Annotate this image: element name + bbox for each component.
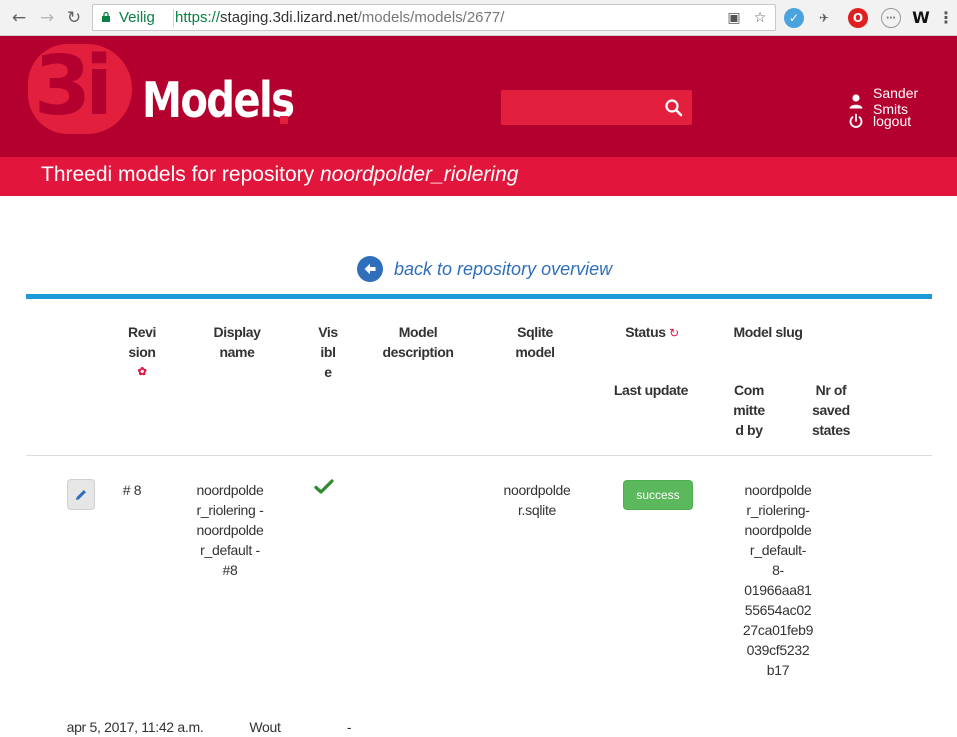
logo-text[interactable]: Models xyxy=(142,69,295,133)
row-nr-saved-states: - xyxy=(346,719,352,735)
back-arrow-icon[interactable]: ← xyxy=(8,7,30,29)
url-protocol: https:// xyxy=(175,9,221,26)
row-committed-by: Wout xyxy=(249,719,281,735)
repository-name: noordpolder_riolering xyxy=(319,163,519,186)
forward-arrow-icon[interactable]: → xyxy=(36,7,58,29)
logout-label: logout xyxy=(873,113,912,129)
page-title-bar: Threedi models for repository noordpolde… xyxy=(0,157,957,196)
status-badge: success xyxy=(623,480,693,510)
row-display-name: noordpolde r_riolering - noordpolde r_defau… xyxy=(196,482,264,578)
url-host: staging.3di.lizard.net xyxy=(220,9,358,26)
row-revision[interactable]: # 8 xyxy=(112,480,152,500)
column-header-display-name[interactable]: Display name xyxy=(205,322,269,362)
page-title-prefix: Threedi models for repository xyxy=(41,163,315,186)
user-profile-link[interactable]: Sander Smits xyxy=(848,85,957,117)
bookmark-star-icon[interactable]: ☆ xyxy=(751,9,769,27)
row-sqlite-model[interactable]: noordpolde r.sqlite xyxy=(500,480,574,520)
edit-button[interactable] xyxy=(67,479,95,510)
column-header-committed-by[interactable]: Com mitte d by xyxy=(730,380,768,440)
search-icon[interactable] xyxy=(664,98,684,118)
extension-v-icon[interactable]: ✓ xyxy=(784,8,804,28)
menu-icon[interactable]: ⋮ xyxy=(936,8,956,28)
power-icon xyxy=(849,113,863,128)
address-bar[interactable]: Veilig https://staging.3di.lizard.net/mo… xyxy=(92,4,776,31)
column-header-model-description[interactable]: Model description xyxy=(378,322,458,362)
logo-dot xyxy=(280,116,288,124)
extension-pin-icon[interactable]: ✈ xyxy=(814,8,834,28)
extension-dots-icon[interactable]: ⋯ xyxy=(881,8,901,28)
browser-toolbar: ← → ↻ Veilig https://staging.3di.lizard.… xyxy=(0,0,957,36)
user-icon xyxy=(849,94,863,109)
row-last-update: apr 5, 2017, 11:42 a.m. xyxy=(66,719,204,735)
lock-icon xyxy=(102,12,110,22)
search-input[interactable] xyxy=(501,90,692,125)
column-header-sqlite-model[interactable]: Sqlite model xyxy=(508,322,562,362)
column-header-nr-saved-states[interactable]: Nr of saved states xyxy=(806,380,856,440)
extension-w-icon[interactable]: W xyxy=(911,8,931,28)
arrow-left-circle-icon xyxy=(357,256,383,282)
column-header-last-update[interactable]: Last update xyxy=(608,380,694,400)
reload-icon[interactable]: ↻ xyxy=(63,7,85,29)
column-header-visible[interactable]: Vis ibl e xyxy=(317,322,339,382)
site-header: 3i Models Sander Smits logout xyxy=(0,36,957,157)
pencil-icon xyxy=(76,489,86,500)
address-divider xyxy=(173,9,174,27)
gear-icon[interactable]: ✿ xyxy=(124,362,160,382)
table-header-divider xyxy=(26,455,932,456)
user-menu: Sander Smits logout xyxy=(848,85,957,131)
url-text[interactable]: https://staging.3di.lizard.net/models/mo… xyxy=(175,9,504,26)
column-header-revision[interactable]: Revi sion ✿ xyxy=(124,322,160,382)
column-header-status[interactable]: Status ↻ xyxy=(612,322,692,343)
row-model-slug: noordpolde r_riolering-noordpolde r_defaul… xyxy=(742,482,814,678)
visible-check-icon xyxy=(314,479,334,494)
opera-extension-icon[interactable]: O xyxy=(848,8,868,28)
column-header-model-slug[interactable]: Model slug xyxy=(728,322,808,342)
url-path: /models/models/2677/ xyxy=(357,9,505,26)
logo-mark[interactable]: 3i xyxy=(34,42,113,132)
translate-icon[interactable]: ▣ xyxy=(725,9,743,27)
revision-header-label: Revi sion xyxy=(128,324,156,360)
page-title: Threedi models for repository noordpolde… xyxy=(41,163,518,187)
status-header-label: Status xyxy=(625,324,666,340)
back-link-label: back to repository overview xyxy=(394,258,613,279)
refresh-icon[interactable]: ↻ xyxy=(669,326,679,340)
secure-label: Veilig xyxy=(119,9,155,26)
section-divider xyxy=(26,294,932,299)
back-to-repository-link[interactable]: back to repository overview xyxy=(357,256,612,282)
